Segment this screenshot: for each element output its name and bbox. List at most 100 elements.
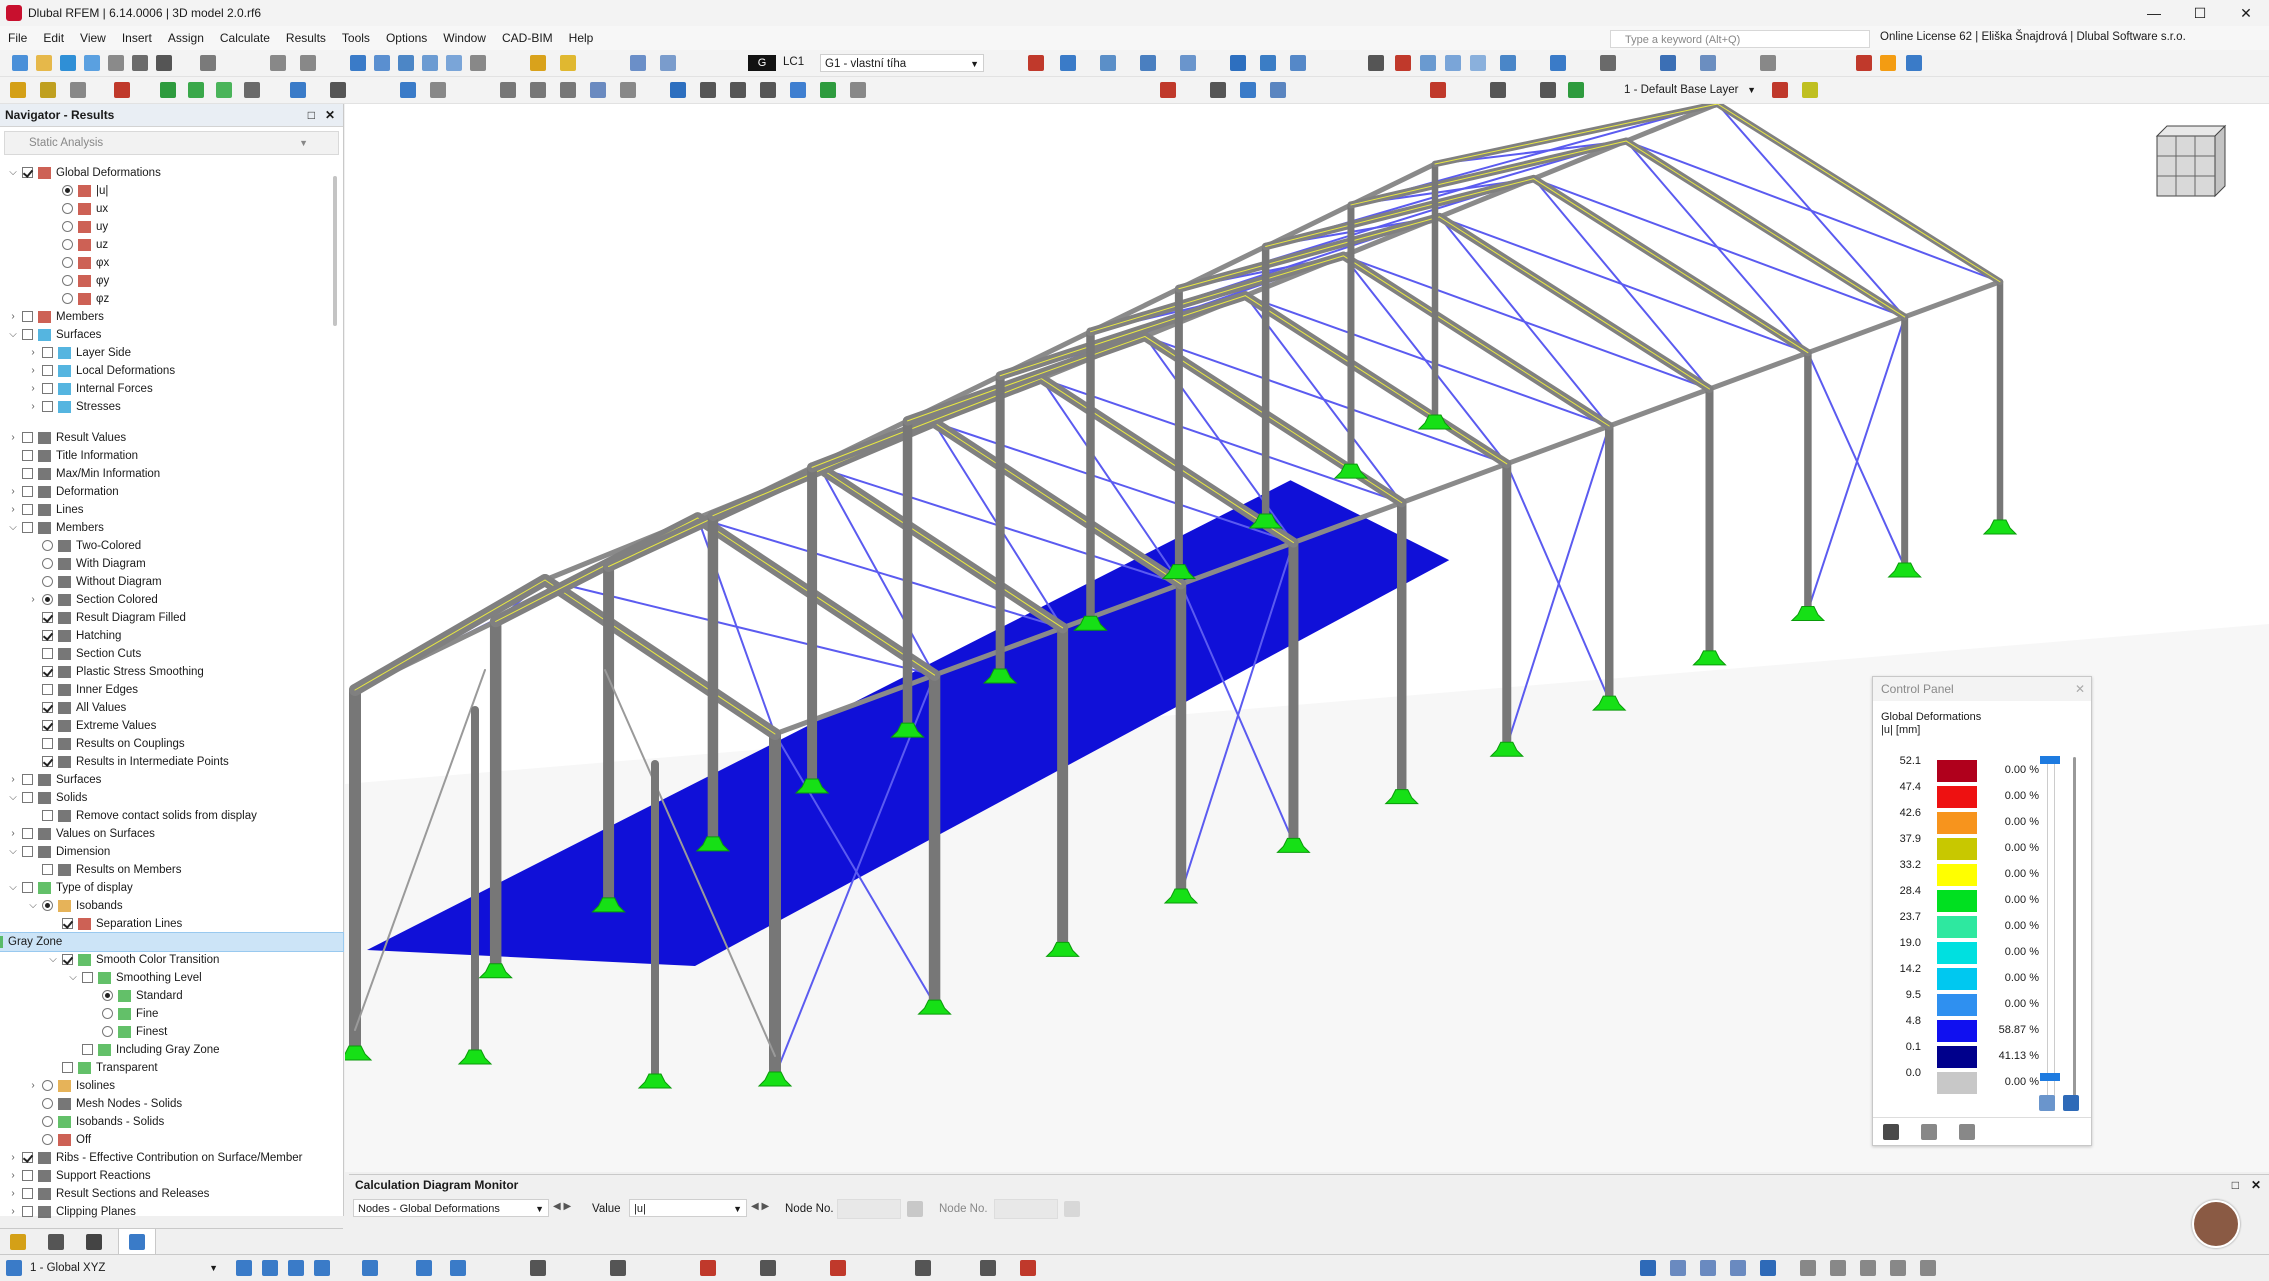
frame2-icon[interactable] — [730, 82, 746, 98]
close-icon[interactable]: ✕ — [325, 104, 335, 126]
chevron-down-icon[interactable]: ⌵ — [8, 326, 18, 344]
layer-on-icon[interactable] — [1568, 82, 1584, 98]
show-icon[interactable] — [1660, 55, 1676, 71]
rotate-icon[interactable] — [915, 1260, 931, 1276]
members-icon[interactable] — [1180, 55, 1196, 71]
close-icon[interactable]: ✕ — [2075, 677, 2085, 701]
tree-checkbox[interactable] — [42, 666, 53, 677]
tree-checkbox[interactable] — [22, 792, 33, 803]
load-icon[interactable] — [630, 55, 646, 71]
pin-icon[interactable]: □ — [308, 104, 315, 126]
pick-node-icon-2[interactable] — [1064, 1201, 1080, 1217]
tree-checkbox[interactable] — [22, 522, 33, 533]
menu-results[interactable]: Results — [278, 31, 334, 45]
chevron-right-icon[interactable]: › — [28, 362, 38, 380]
member-tool-icon[interactable] — [500, 82, 516, 98]
solids-icon[interactable] — [1260, 55, 1276, 71]
diagram-icon[interactable] — [400, 82, 416, 98]
calc-all-icon[interactable] — [216, 82, 232, 98]
tab-views-icon[interactable] — [86, 1234, 102, 1250]
draw-line-icon[interactable] — [760, 1260, 776, 1276]
status-clip-icon[interactable] — [1920, 1260, 1936, 1276]
tree-checkbox[interactable] — [22, 846, 33, 857]
tree-radio[interactable] — [62, 203, 73, 214]
snap-member-icon[interactable] — [314, 1260, 330, 1276]
window-icon[interactable] — [470, 55, 486, 71]
monitor-object-select[interactable]: Nodes - Global Deformations ▼ — [353, 1199, 549, 1217]
loadcase-select[interactable]: G1 - vlastní tíha ▼ — [820, 54, 984, 72]
tree-checkbox[interactable] — [22, 329, 33, 340]
tree-radio[interactable] — [42, 594, 53, 605]
value-select[interactable]: |u| ▼ — [629, 1199, 747, 1217]
chevron-down-icon[interactable]: ⌵ — [48, 951, 58, 969]
chevron-right-icon[interactable]: › — [28, 1077, 38, 1095]
cross-icon[interactable] — [1430, 82, 1446, 98]
print-icon[interactable] — [156, 55, 172, 71]
grid-icon[interactable] — [374, 55, 390, 71]
web-icon[interactable] — [1906, 55, 1922, 71]
snap-plane-icon[interactable] — [362, 1260, 378, 1276]
undo-icon[interactable] — [270, 55, 286, 71]
tree-checkbox[interactable] — [82, 1044, 93, 1055]
dim-icon[interactable] — [450, 1260, 466, 1276]
draw-red-icon[interactable] — [700, 1260, 716, 1276]
tree-checkbox[interactable] — [42, 630, 53, 641]
save-icon[interactable] — [108, 55, 124, 71]
check-icon[interactable] — [244, 82, 260, 98]
chevron-right-icon[interactable]: › — [28, 344, 38, 362]
search-input[interactable]: Type a keyword (Alt+Q) — [1610, 30, 1870, 48]
tree-checkbox[interactable] — [42, 810, 53, 821]
status-mode-icon[interactable] — [1860, 1260, 1876, 1276]
frame-icon[interactable] — [700, 82, 716, 98]
menu-cad-bim[interactable]: CAD-BIM — [494, 31, 561, 45]
calc-icon[interactable] — [188, 82, 204, 98]
tree-radio[interactable] — [62, 239, 73, 250]
chevron-right-icon[interactable]: › — [8, 483, 18, 501]
draw-icon[interactable] — [530, 1260, 546, 1276]
chevron-right-icon[interactable]: › — [8, 1203, 18, 1221]
tree-checkbox[interactable] — [42, 864, 53, 875]
maximize-button[interactable]: ☐ — [2177, 0, 2223, 26]
legend-slider-track[interactable] — [2047, 757, 2055, 1111]
chevron-right-icon[interactable]: › — [8, 1149, 18, 1167]
draw-cross-icon[interactable] — [830, 1260, 846, 1276]
tree-checkbox[interactable] — [42, 365, 53, 376]
tree-checkbox[interactable] — [42, 347, 53, 358]
tab-factors-icon[interactable] — [1921, 1124, 1937, 1140]
tree-radio[interactable] — [62, 257, 73, 268]
chevron-right-icon[interactable]: › — [28, 591, 38, 609]
tree-radio[interactable] — [42, 1116, 53, 1127]
menu-assign[interactable]: Assign — [160, 31, 212, 45]
loads-icon[interactable] — [660, 55, 676, 71]
select-icon[interactable] — [70, 82, 86, 98]
hinge-icon[interactable] — [620, 82, 636, 98]
tree-radio[interactable] — [42, 540, 53, 551]
snap-icon[interactable] — [1240, 82, 1256, 98]
section-icon[interactable] — [560, 82, 576, 98]
result-table-icon[interactable] — [330, 82, 346, 98]
axis-icon[interactable] — [1500, 55, 1516, 71]
tree-radio[interactable] — [102, 990, 113, 1001]
analysis-select[interactable]: Static Analysis ▼ — [4, 131, 339, 155]
layer-delete-icon[interactable] — [1772, 82, 1788, 98]
draw-red2-icon[interactable] — [1020, 1260, 1036, 1276]
tree-checkbox[interactable] — [22, 311, 33, 322]
red-flag-icon[interactable] — [1160, 82, 1176, 98]
wand-icon[interactable] — [40, 82, 56, 98]
measure-icon[interactable] — [610, 1260, 626, 1276]
frame3-icon[interactable] — [760, 82, 776, 98]
move-icon[interactable] — [980, 1260, 996, 1276]
tree-checkbox[interactable] — [42, 702, 53, 713]
menu-file[interactable]: File — [0, 31, 35, 45]
tree-checkbox[interactable] — [62, 918, 73, 929]
cancel-icon[interactable] — [1395, 55, 1411, 71]
prev-arrow-icon[interactable]: ◀ ▶ — [553, 1201, 571, 1212]
green-icon[interactable] — [820, 82, 836, 98]
tree-checkbox[interactable] — [22, 504, 33, 515]
status-render-icon[interactable] — [1890, 1260, 1906, 1276]
avatar[interactable] — [2192, 1200, 2240, 1248]
results-icon[interactable] — [560, 55, 576, 71]
grid2-icon[interactable] — [1210, 82, 1226, 98]
chevron-right-icon[interactable]: › — [28, 380, 38, 398]
chevron-down-icon[interactable]: ⌵ — [68, 969, 78, 987]
